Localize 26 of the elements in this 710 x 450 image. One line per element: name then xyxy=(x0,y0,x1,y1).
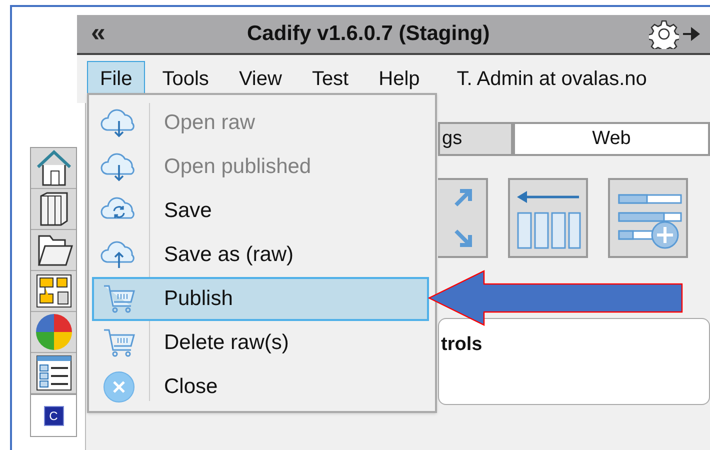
user-label: T. Admin at ovalas.no xyxy=(456,67,647,92)
close-icon xyxy=(103,371,135,403)
menu-entry[interactable]: Save as (raw) xyxy=(92,233,429,277)
menu-item[interactable]: Test xyxy=(298,61,362,97)
menu-entry[interactable]: Close xyxy=(92,365,429,409)
app-badge: C xyxy=(44,406,64,426)
list-icon[interactable] xyxy=(34,354,74,392)
menu-entry[interactable]: Publish xyxy=(92,277,429,321)
menu-item[interactable]: Help xyxy=(366,61,433,97)
panel-heading: trols xyxy=(441,334,482,355)
settings-icon[interactable] xyxy=(649,19,679,49)
tool-button[interactable] xyxy=(608,178,688,258)
menu-item[interactable]: View xyxy=(226,61,295,97)
menu-item[interactable]: Tools xyxy=(149,61,222,97)
cart-icon xyxy=(101,327,137,359)
tool-button[interactable] xyxy=(508,178,588,258)
tab[interactable]: gs xyxy=(438,122,513,156)
layout-icon[interactable] xyxy=(34,272,74,310)
window-title: Cadify v1.6.0.7 (Staging) xyxy=(247,21,490,48)
color-ball-icon[interactable] xyxy=(34,313,74,351)
app-tab[interactable]: C xyxy=(30,395,77,437)
menu-entry[interactable]: Delete raw(s) xyxy=(92,321,429,365)
cart-icon xyxy=(101,283,137,315)
tab[interactable]: Web xyxy=(513,122,710,156)
collapse-button[interactable]: « xyxy=(91,19,106,45)
menu-entry[interactable]: Save xyxy=(92,189,429,233)
